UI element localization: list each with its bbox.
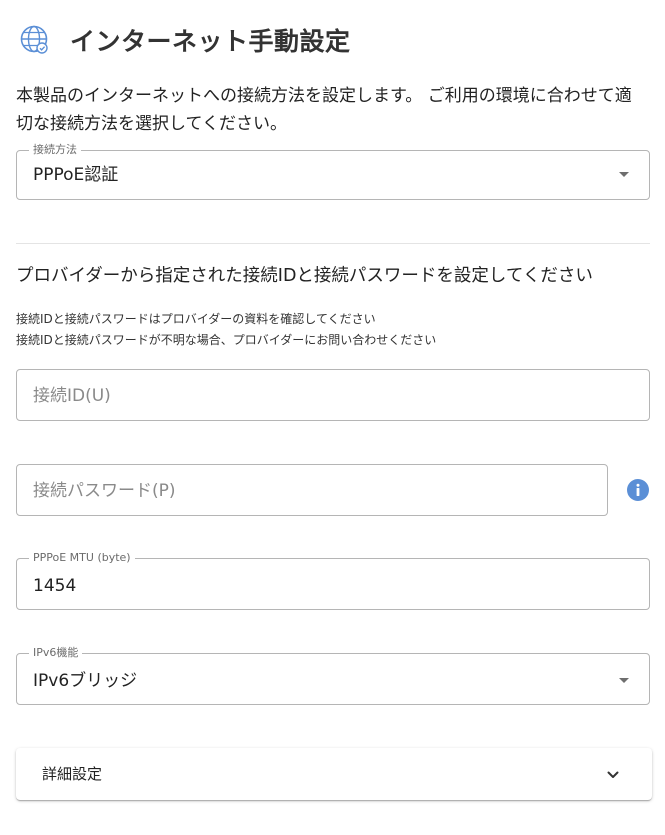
connection-password-placeholder: 接続パスワード(P) — [33, 481, 176, 501]
page-header: インターネット手動設定 — [16, 20, 351, 60]
dropdown-arrow-icon — [619, 172, 629, 177]
chevron-down-icon — [606, 767, 620, 781]
connection-method-select[interactable]: 接続方法 PPPoE認証 — [16, 142, 650, 200]
ipv6-function-select[interactable]: IPv6機能 IPv6ブリッジ — [16, 645, 650, 705]
pppoe-section-heading: プロバイダーから指定された接続IDと接続パスワードを設定してください — [16, 266, 593, 286]
advanced-settings-label: 詳細設定 — [42, 765, 103, 783]
pppoe-mtu-value: 1454 — [33, 576, 77, 596]
connection-password-input[interactable]: 接続パスワード(P) — [16, 464, 608, 516]
pppoe-mtu-input[interactable]: PPPoE MTU (byte) 1454 — [16, 550, 650, 610]
info-icon[interactable] — [627, 479, 649, 501]
ipv6-function-value: IPv6ブリッジ — [33, 671, 138, 691]
page: インターネット手動設定 本製品のインターネットへの接続方法を設定します。 ご利用… — [0, 0, 665, 835]
section-divider — [16, 243, 650, 244]
globe-settings-icon — [16, 21, 54, 59]
pppoe-note-1: 接続IDと接続パスワードはプロバイダーの資料を確認してください — [16, 312, 376, 326]
advanced-settings-expander[interactable]: 詳細設定 — [16, 748, 652, 800]
connection-id-input[interactable]: 接続ID(U) — [16, 369, 650, 421]
page-description: 本製品のインターネットへの接続方法を設定します。 ご利用の環境に合わせて適切な接… — [16, 86, 632, 134]
dropdown-arrow-icon — [619, 678, 629, 683]
connection-id-placeholder: 接続ID(U) — [33, 386, 111, 406]
page-title: インターネット手動設定 — [70, 27, 351, 56]
connection-method-value: PPPoE認証 — [33, 165, 119, 185]
pppoe-note-2: 接続IDと接続パスワードが不明な場合、プロバイダーにお問い合わせください — [16, 333, 437, 347]
